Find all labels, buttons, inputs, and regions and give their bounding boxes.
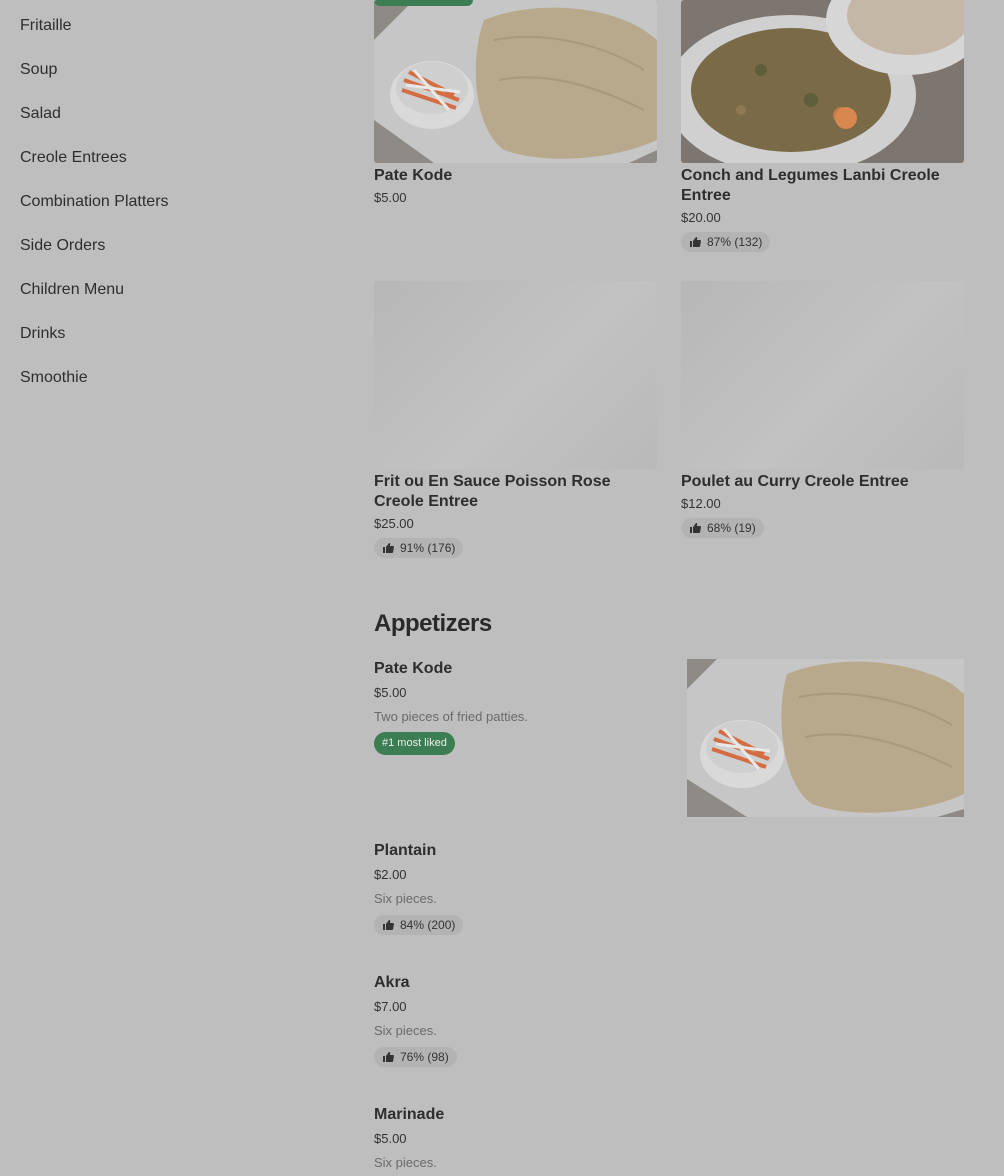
rating-text: 68% (19) xyxy=(707,521,756,535)
item-description: Six pieces. xyxy=(374,1155,437,1170)
sidebar-item-soup[interactable]: Soup xyxy=(20,60,57,80)
item-price: $5.00 xyxy=(374,1131,407,1146)
item-name: Akra xyxy=(374,974,410,991)
most-liked-badge: #1 most liked xyxy=(374,732,455,755)
item-photo xyxy=(374,0,657,163)
rating-pill: 84% (200) xyxy=(374,915,464,935)
item-price: $20.00 xyxy=(681,210,721,225)
sidebar-item-creole-entrees[interactable]: Creole Entrees xyxy=(20,148,127,168)
section-title-appetizers: Appetizers xyxy=(374,610,492,637)
item-price: $12.00 xyxy=(681,496,721,511)
menu-item[interactable]: Plantain $2.00 Six pieces. 84% (200) xyxy=(374,841,664,936)
item-title: Conch and Legumes Lanbi Creole Entree xyxy=(681,167,940,204)
page: Fritaille Soup Salad Creole Entrees Comb… xyxy=(0,0,1004,1176)
featured-item-card[interactable]: Conch and Legumes Lanbi Creole Entree $2… xyxy=(681,0,964,253)
menu-item[interactable]: Pate Kode $5.00 Two pieces of fried patt… xyxy=(374,659,664,755)
featured-item-card[interactable]: Frit ou En Sauce Poisson Rose Creole Ent… xyxy=(374,281,657,559)
item-description: Six pieces. xyxy=(374,891,437,906)
item-description: Two pieces of fried patties. xyxy=(374,709,528,724)
rating-pill: 76% (98) xyxy=(374,1047,457,1067)
thumbs-up-icon xyxy=(383,1052,394,1062)
rating-text: 87% (132) xyxy=(707,235,763,249)
menu-item[interactable]: Marinade $5.00 Six pieces. xyxy=(374,1105,664,1171)
item-title: Pate Kode xyxy=(374,167,453,184)
thumbs-up-icon xyxy=(383,920,394,930)
item-name: Marinade xyxy=(374,1106,445,1123)
item-price: $25.00 xyxy=(374,516,414,531)
photo-tag xyxy=(374,0,473,6)
featured-item-card[interactable]: Poulet au Curry Creole Entree $12.00 68%… xyxy=(681,281,964,539)
item-photo xyxy=(681,0,964,163)
rating-text: 76% (98) xyxy=(400,1050,449,1064)
item-title: Poulet au Curry Creole Entree xyxy=(681,473,909,490)
thumbs-up-icon xyxy=(383,543,394,553)
sidebar-item-children-menu[interactable]: Children Menu xyxy=(20,280,124,300)
item-price: $5.00 xyxy=(374,190,407,205)
featured-item-card[interactable]: Pate Kode $5.00 xyxy=(374,0,657,206)
thumbs-up-icon xyxy=(690,523,701,533)
item-description: Six pieces. xyxy=(374,1023,437,1038)
rating-text: 84% (200) xyxy=(400,918,456,932)
rating-pill: 68% (19) xyxy=(681,518,764,538)
item-price: $5.00 xyxy=(374,685,407,700)
item-price: $2.00 xyxy=(374,867,407,882)
rating-pill: 91% (176) xyxy=(374,538,464,558)
item-photo-placeholder xyxy=(374,281,657,469)
thumbs-up-icon xyxy=(690,237,701,247)
rating-pill: 87% (132) xyxy=(681,232,771,252)
sidebar-item-combination-platters[interactable]: Combination Platters xyxy=(20,192,169,212)
item-name: Plantain xyxy=(374,842,437,859)
sidebar-item-drinks[interactable]: Drinks xyxy=(20,324,65,344)
sidebar-item-smoothie[interactable]: Smoothie xyxy=(20,368,88,388)
item-photo[interactable] xyxy=(687,659,964,817)
menu-item[interactable]: Akra $7.00 Six pieces. 76% (98) xyxy=(374,973,664,1068)
sidebar-item-side-orders[interactable]: Side Orders xyxy=(20,236,105,256)
sidebar-item-salad[interactable]: Salad xyxy=(20,104,61,124)
item-name: Pate Kode xyxy=(374,660,453,677)
rating-text: 91% (176) xyxy=(400,541,456,555)
item-photo-placeholder xyxy=(681,281,964,469)
item-title: Frit ou En Sauce Poisson Rose Creole Ent… xyxy=(374,473,611,510)
item-price: $7.00 xyxy=(374,999,407,1014)
sidebar-item-fritaille[interactable]: Fritaille xyxy=(20,16,72,36)
